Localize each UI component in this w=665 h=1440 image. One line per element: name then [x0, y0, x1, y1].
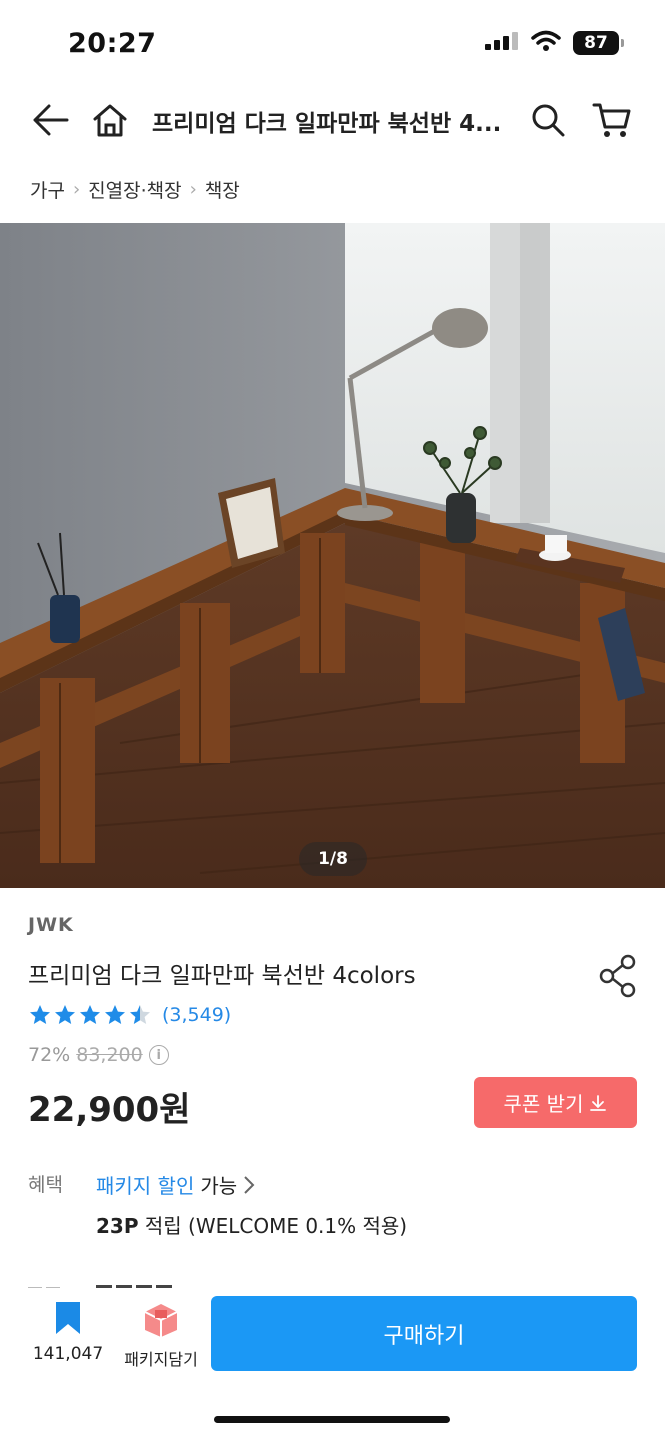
breadcrumb-item-furniture[interactable]: 가구	[30, 176, 65, 203]
back-arrow-icon	[33, 104, 69, 136]
home-icon	[93, 104, 127, 137]
info-icon[interactable]: i	[148, 1045, 169, 1065]
cart-button[interactable]	[588, 96, 636, 144]
star-icon	[30, 1005, 50, 1024]
sale-price: 22,900원	[28, 1090, 191, 1130]
star-icon	[55, 1005, 75, 1024]
discount-row: 72% 83,200 i	[28, 1044, 169, 1066]
home-button[interactable]	[86, 96, 134, 144]
points-info: 23P 적립 (WELCOME 0.1% 적용)	[96, 1210, 407, 1239]
download-icon	[590, 1094, 607, 1111]
package-box-icon	[144, 1304, 178, 1337]
back-button[interactable]	[26, 96, 74, 144]
wishlist-button[interactable]: 141,047	[22, 1300, 114, 1380]
signal-icon	[485, 30, 519, 56]
wishlist-count: 141,047	[32, 1344, 104, 1364]
half-star-icon	[130, 1005, 150, 1024]
status-bar: 20:27 87	[0, 0, 665, 88]
points-description: 적립 (WELCOME 0.1% 적용)	[144, 1214, 408, 1238]
chevron-right-icon: ›	[72, 178, 81, 200]
benefit-label: 혜택	[28, 1174, 63, 1196]
bottom-action-bar: 141,047 패키지담기 구매하기	[0, 1288, 665, 1440]
breadcrumb-item-bookcase[interactable]: 책장	[205, 176, 240, 203]
coupon-button[interactable]: 쿠폰 받기	[474, 1077, 637, 1128]
home-indicator	[214, 1416, 450, 1423]
buy-button[interactable]: 구매하기	[211, 1296, 637, 1371]
star-rating	[28, 1003, 152, 1027]
package-add-button[interactable]: 패키지담기	[116, 1300, 206, 1380]
points-amount: 23P	[96, 1214, 139, 1238]
package-discount-link[interactable]: 패키지 할인 가능	[96, 1170, 255, 1199]
rating[interactable]: (3,549)	[28, 1000, 231, 1030]
chevron-right-icon	[244, 1175, 255, 1194]
bookmark-icon	[56, 1302, 80, 1334]
chevron-right-icon: ›	[189, 178, 197, 200]
product-image[interactable]	[0, 223, 665, 888]
original-price: 83,200	[76, 1044, 143, 1066]
wifi-icon	[531, 30, 561, 56]
breadcrumb: 가구 › 진열장·책장 › 책장	[30, 172, 240, 206]
product-name: 프리미엄 다크 일파만파 북선반 4colors	[28, 963, 416, 989]
coupon-button-label: 쿠폰 받기	[503, 1092, 584, 1116]
benefit-suffix: 가능	[200, 1174, 238, 1198]
status-icons: 87	[485, 30, 624, 56]
breadcrumb-item-display-cabinet[interactable]: 진열장·책장	[88, 176, 181, 203]
brand-name[interactable]: JWK	[28, 914, 74, 936]
image-counter: 1/8	[299, 842, 367, 876]
review-count[interactable]: (3,549)	[162, 1004, 231, 1026]
search-button[interactable]	[524, 96, 572, 144]
nav-bar: 프리미엄 다크 일파만파 북선반 4...	[0, 88, 665, 154]
package-add-label: 패키지담기	[124, 1350, 198, 1369]
search-icon	[532, 104, 565, 137]
star-icon	[80, 1005, 100, 1024]
cart-icon	[592, 103, 631, 137]
status-time: 20:27	[68, 28, 157, 59]
share-button[interactable]	[596, 952, 640, 1000]
star-icon	[105, 1005, 125, 1024]
battery-icon: 87	[573, 31, 624, 55]
page-title: 프리미엄 다크 일파만파 북선반 4...	[152, 111, 502, 137]
discount-rate: 72%	[28, 1044, 71, 1066]
share-icon	[599, 954, 636, 998]
package-discount-text: 패키지 할인	[96, 1174, 195, 1198]
